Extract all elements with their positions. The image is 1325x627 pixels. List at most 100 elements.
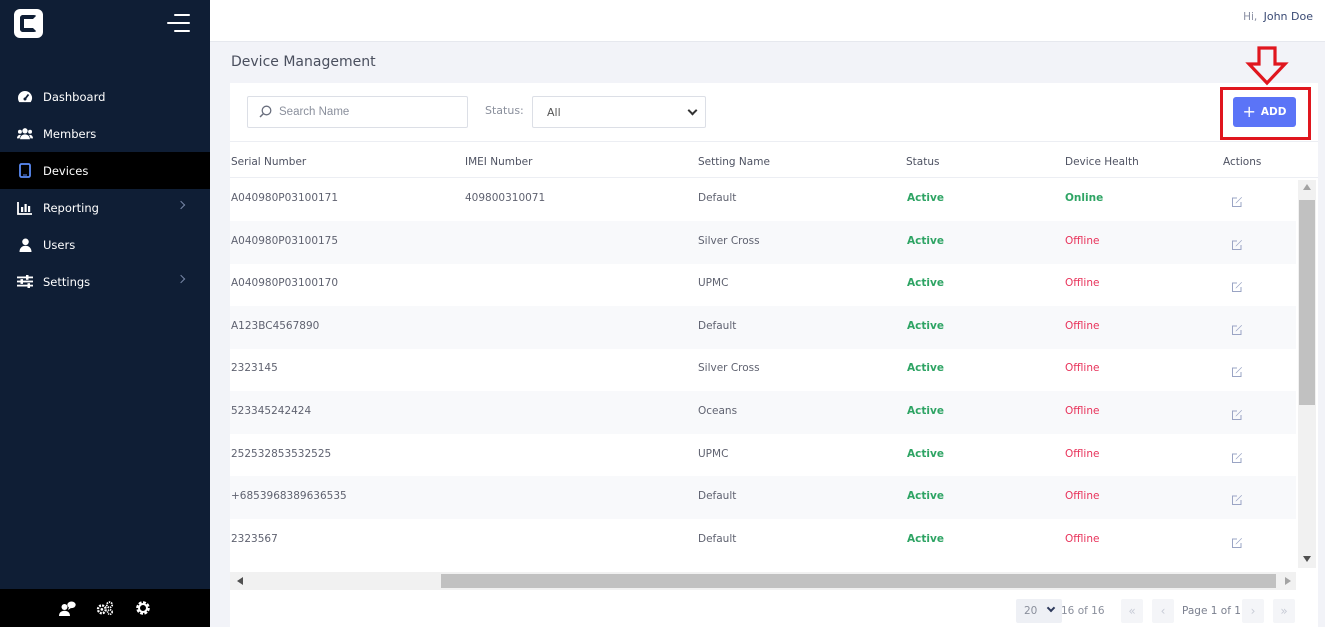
sidebar-item-label: Devices (43, 163, 89, 178)
sidebar-item-dashboard[interactable]: Dashboard (0, 78, 210, 115)
horizontal-scrollbar[interactable] (230, 572, 1296, 590)
user-chat-icon[interactable] (58, 599, 76, 617)
edit-icon[interactable] (1231, 406, 1244, 420)
status-cell: Active (907, 192, 944, 204)
status-filter-select[interactable]: All (532, 96, 706, 128)
device-health-cell: Online (1065, 192, 1104, 204)
last-page-button[interactable]: » (1273, 599, 1295, 623)
app-logo[interactable] (14, 9, 43, 38)
status-cell: Active (907, 319, 944, 332)
edit-icon[interactable] (1231, 193, 1244, 207)
sidebar-item-label: Users (43, 237, 76, 252)
scroll-right-arrow-icon[interactable] (1285, 577, 1291, 585)
sidebar-item-members[interactable]: Members (0, 115, 210, 152)
user-greeting[interactable]: Hi, John Doe (1243, 10, 1313, 23)
chevron-down-icon (687, 105, 698, 116)
add-device-button[interactable]: + ADD (1233, 97, 1296, 127)
table-row[interactable]: +6853968389636535 Default Active Offline (230, 476, 1296, 520)
setting-name-cell: UPMC (698, 277, 729, 290)
setting-name-cell: Default (698, 490, 737, 503)
device-management-card: Status: All + ADD Serial Number IMEI Num… (230, 46, 1318, 627)
user-name[interactable]: John Doe (1264, 10, 1313, 23)
setting-name-cell: Silver Cross (698, 362, 760, 375)
table-row[interactable]: A040980P03100171 409800310071 Default Activ… (230, 178, 1296, 221)
table-row[interactable]: A123BC4567890 Default Active Offline (230, 305, 1296, 349)
serial-number-cell: A040980P03100171 (231, 192, 339, 204)
sidebar-item-label: Dashboard (43, 89, 106, 104)
column-header-setting-name[interactable]: Setting Name (698, 156, 770, 168)
prev-page-button[interactable]: ‹ (1152, 599, 1174, 623)
setting-name-cell: Silver Cross (698, 234, 760, 247)
setting-name-cell: Oceans (698, 405, 738, 417)
table-row[interactable]: 252532853532525 UPMC Active Offline (230, 434, 1296, 477)
status-cell: Active (907, 277, 944, 290)
status-cell: Active (907, 532, 944, 545)
first-page-button[interactable]: « (1121, 599, 1143, 623)
serial-number-cell: A040980P03100175 (231, 234, 339, 247)
vertical-scroll-thumb[interactable] (1299, 200, 1315, 405)
search-icon (259, 103, 272, 122)
serial-number-cell: 523345242424 (231, 405, 312, 417)
column-header-device-health[interactable]: Device Health (1065, 156, 1139, 168)
edit-icon[interactable] (1231, 491, 1244, 506)
search-field[interactable] (247, 96, 468, 128)
edit-icon[interactable] (1231, 236, 1244, 250)
table-row[interactable]: 523345242424 Oceans Active Offline (230, 391, 1296, 434)
status-filter-value: All (547, 106, 561, 119)
serial-number-cell: 252532853532525 (231, 447, 332, 460)
gear-icon[interactable] (134, 599, 152, 617)
serial-number-cell: A040980P03100170 (231, 277, 339, 290)
vertical-scrollbar[interactable] (1298, 180, 1316, 568)
edit-icon[interactable] (1231, 321, 1244, 335)
sidebar-item-users[interactable]: Users (0, 226, 210, 263)
status-cell: Active (907, 234, 944, 247)
column-header-imei-number[interactable]: IMEI Number (465, 156, 532, 168)
status-cell: Active (907, 490, 944, 503)
column-header-status[interactable]: Status (906, 156, 939, 168)
top-bar: Hi, John Doe (210, 0, 1325, 42)
page-title: Device Management (231, 54, 376, 70)
setting-name-cell: UPMC (698, 447, 729, 460)
members-group-icon (17, 126, 33, 142)
scroll-up-arrow-icon[interactable] (1303, 184, 1311, 190)
edit-icon[interactable] (1231, 449, 1244, 463)
sidebar: Dashboard Members Devices Reporting User… (0, 0, 210, 627)
cogs-icon[interactable] (96, 599, 114, 617)
serial-number-cell: 2323567 (231, 532, 278, 545)
table-row[interactable]: 2323567 Default Active Offline (230, 519, 1296, 562)
device-health-cell: Offline (1065, 490, 1100, 503)
sidebar-item-reporting[interactable]: Reporting (0, 189, 210, 226)
device-health-cell: Offline (1065, 532, 1100, 545)
setting-name-cell: Default (698, 319, 737, 332)
plus-icon: + (1242, 102, 1256, 121)
status-cell: Active (907, 405, 944, 417)
table-row[interactable]: 2323145 Silver Cross Active Offline (230, 348, 1296, 391)
menu-toggle-icon[interactable] (167, 14, 190, 32)
search-input[interactable] (279, 106, 449, 118)
edit-icon[interactable] (1231, 534, 1244, 548)
user-icon (17, 237, 33, 253)
status-cell: Active (907, 362, 944, 375)
sidebar-item-devices[interactable]: Devices (0, 152, 210, 189)
horizontal-scroll-thumb[interactable] (441, 574, 1276, 588)
down-arrow-annotation-icon (1245, 46, 1289, 86)
next-page-button[interactable]: › (1242, 599, 1264, 623)
device-health-cell: Offline (1065, 362, 1100, 375)
chevron-right-icon (176, 274, 186, 284)
column-header-actions: Actions (1223, 156, 1262, 168)
scroll-down-arrow-icon[interactable] (1303, 556, 1311, 562)
edit-icon[interactable] (1231, 278, 1244, 293)
status-cell: Active (907, 447, 944, 460)
table-row[interactable]: A040980P03100175 Silver Cross Active Offlin… (230, 220, 1296, 264)
table-row[interactable]: A040980P03100170 UPMC Active Offline (230, 263, 1296, 306)
device-health-cell: Offline (1065, 234, 1100, 247)
sidebar-item-label: Settings (43, 274, 91, 289)
column-header-serial-number[interactable]: Serial Number (231, 156, 306, 168)
edit-icon[interactable] (1231, 363, 1244, 378)
sidebar-item-label: Reporting (43, 200, 99, 215)
sidebar-item-settings[interactable]: Settings (0, 263, 210, 300)
page-size-select[interactable]: 20 (1016, 599, 1062, 623)
scroll-left-arrow-icon[interactable] (237, 577, 243, 585)
sidebar-item-label: Members (43, 126, 97, 141)
device-health-cell: Offline (1065, 277, 1100, 290)
